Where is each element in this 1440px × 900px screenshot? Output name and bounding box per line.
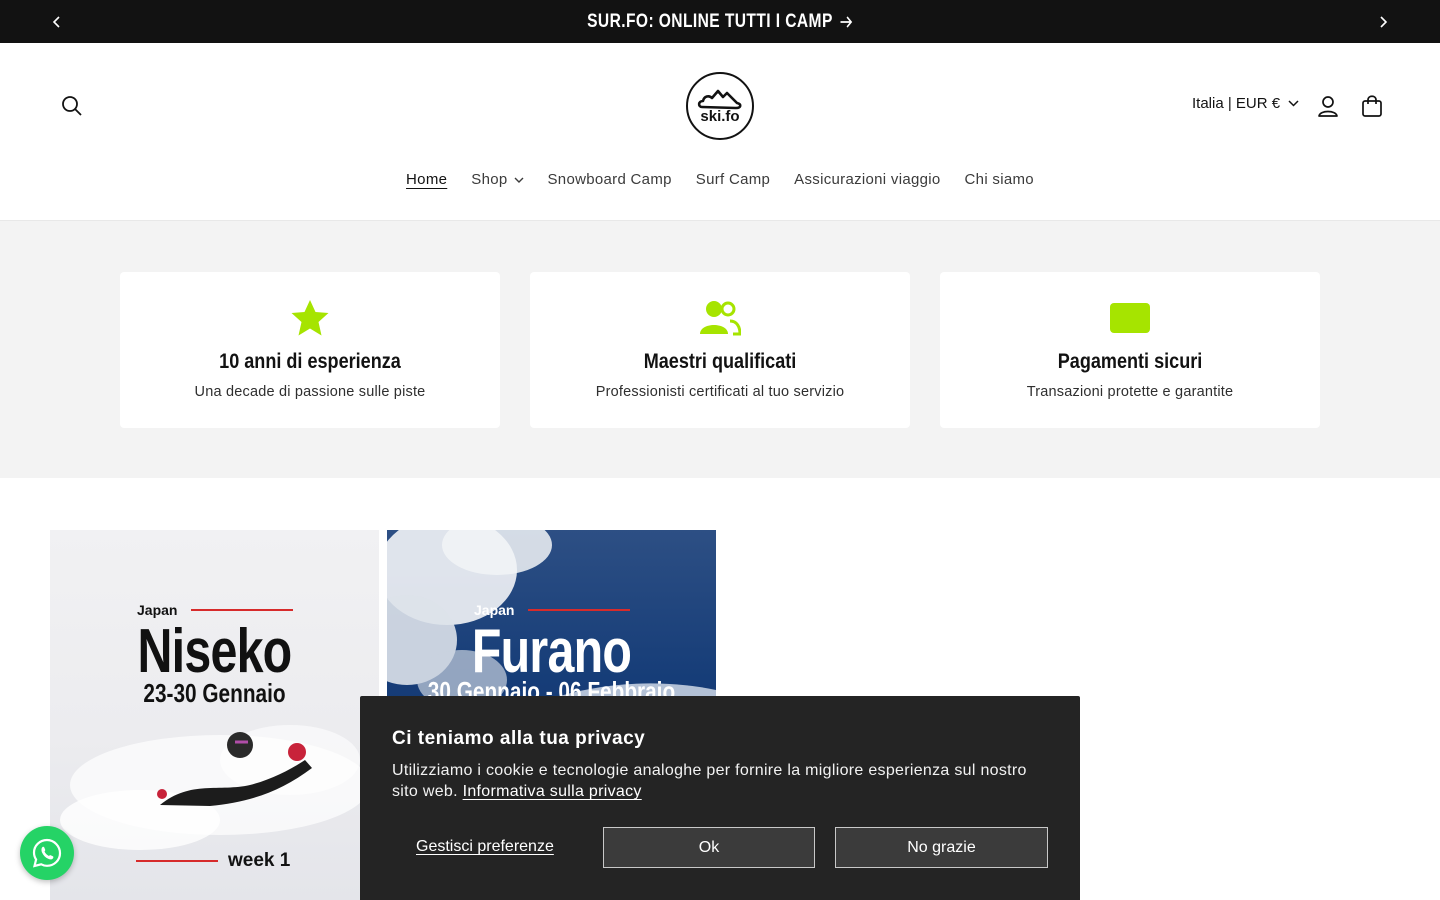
- nav-item-label: Shop: [471, 171, 508, 188]
- logo-text: ski.fo: [700, 107, 740, 125]
- product-dates: 23-30 Gennaio: [143, 678, 286, 708]
- feature-title: Maestri qualificati: [643, 350, 797, 373]
- chevron-down-icon: [514, 177, 523, 183]
- nav-item-label: Assicurazioni viaggio: [794, 171, 941, 188]
- country-selector[interactable]: Italia | EUR €: [1192, 95, 1299, 112]
- feature-card-instructors: Maestri qualificati Professionisti certi…: [530, 272, 910, 428]
- whatsapp-icon: [32, 838, 62, 868]
- feature-card-experience: 10 anni di esperienza Una decade di pass…: [120, 272, 500, 428]
- nav-item-shop[interactable]: Shop: [471, 167, 523, 192]
- feature-card-payments: Pagamenti sicuri Transazioni protette e …: [940, 272, 1320, 428]
- chevron-down-icon: [1288, 100, 1299, 107]
- decorative-red-line: [136, 860, 218, 862]
- decorative-red-line: [528, 609, 631, 611]
- features-section: 10 anni di esperienza Una decade di pass…: [0, 221, 1440, 478]
- product-card-niseko[interactable]: Japan Niseko 23-30 Gennaio week 1: [50, 530, 379, 900]
- mountain-logo-icon: [697, 89, 742, 109]
- country-selector-label: Italia | EUR €: [1192, 95, 1281, 112]
- feature-subtitle: Professionisti certificati al tuo serviz…: [595, 384, 845, 400]
- nav-item-home[interactable]: Home: [406, 167, 447, 192]
- nav-item-label: Home: [406, 171, 448, 188]
- card-icon: [1108, 298, 1152, 338]
- nav-item-label: Snowboard Camp: [547, 171, 672, 188]
- nav-item-label: Chi siamo: [964, 171, 1034, 188]
- announcement-prev-button[interactable]: [37, 0, 77, 43]
- feature-title: Pagamenti sicuri: [1057, 350, 1203, 373]
- nav-item-snowboard-camp[interactable]: Snowboard Camp: [548, 167, 672, 192]
- nav-item-label: Surf Camp: [695, 171, 771, 188]
- arrow-right-icon: [840, 15, 853, 28]
- announcement-text: SUR.FO: ONLINE TUTTI I CAMP: [587, 10, 833, 32]
- cart-icon: [1362, 95, 1382, 117]
- account-button[interactable]: [1308, 86, 1348, 126]
- nav-item-about[interactable]: Chi siamo: [965, 167, 1034, 192]
- product-week: week 1: [136, 850, 290, 872]
- search-icon: [62, 96, 82, 116]
- manage-preferences-link[interactable]: Gestisci preferenze: [416, 838, 554, 856]
- search-button[interactable]: [52, 86, 92, 126]
- announcement-next-button[interactable]: [1363, 0, 1403, 43]
- chevron-right-icon: [1380, 15, 1388, 28]
- cookie-accept-button[interactable]: Ok: [603, 827, 815, 868]
- nav-item-travel-insurance[interactable]: Assicurazioni viaggio: [794, 167, 940, 192]
- announcement-bar: SUR.FO: ONLINE TUTTI I CAMP: [0, 0, 1440, 43]
- whatsapp-chat-button[interactable]: [20, 826, 74, 880]
- main-nav: Home Shop Snowboard Camp Surf Camp Assic…: [0, 167, 1440, 192]
- privacy-policy-link[interactable]: Informativa sulla privacy: [463, 783, 642, 800]
- site-header: ski.fo Italia | EUR € Home Shop Snowboar…: [0, 43, 1440, 221]
- decorative-red-line: [191, 609, 294, 611]
- star-icon: [288, 298, 332, 338]
- feature-title: 10 anni di esperienza: [219, 350, 401, 373]
- account-icon: [1318, 96, 1338, 117]
- site-logo[interactable]: ski.fo: [686, 72, 754, 140]
- feature-subtitle: Transazioni protette e garantite: [1026, 384, 1234, 400]
- product-week-text: week 1: [228, 850, 291, 871]
- announcement-link[interactable]: SUR.FO: ONLINE TUTTI I CAMP: [587, 10, 853, 33]
- users-icon: [698, 298, 742, 338]
- product-name: Niseko: [137, 617, 293, 686]
- cookie-decline-button[interactable]: No grazie: [835, 827, 1048, 868]
- cookie-text: Utilizziamo i cookie e tecnologie analog…: [392, 760, 1042, 802]
- feature-subtitle: Una decade di passione sulle piste: [194, 384, 426, 400]
- cart-button[interactable]: [1352, 86, 1392, 126]
- nav-item-surf-camp[interactable]: Surf Camp: [696, 167, 770, 192]
- cookie-banner: Ci teniamo alla tua privacy Utilizziamo …: [360, 696, 1080, 900]
- cookie-title: Ci teniamo alla tua privacy: [392, 728, 646, 749]
- chevron-left-icon: [52, 15, 60, 28]
- snowboarder-image: [60, 725, 370, 850]
